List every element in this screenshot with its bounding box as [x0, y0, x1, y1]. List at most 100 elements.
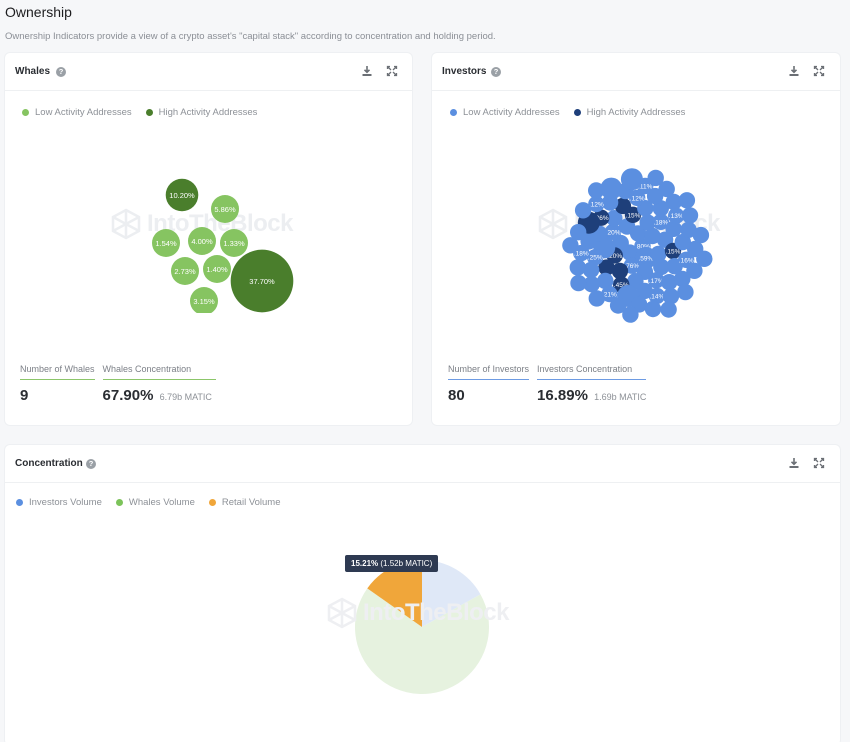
whales-bubble-chart: 10.20% 5.86% 1.54% 4.00% 1.33% 2.73% 1.40% 37.7…: [152, 178, 294, 313]
bubble-label: .12%: [589, 202, 604, 209]
bubble-label: 3.15%: [193, 297, 215, 306]
investor-bubble[interactable]: [569, 259, 586, 276]
bubble-circle[interactable]: [681, 207, 699, 224]
whale-bubble[interactable]: 3.15%: [190, 287, 218, 313]
whale-bubble[interactable]: 4.00%: [188, 227, 216, 255]
legend-label: High Activity Addresses: [586, 107, 686, 118]
bubble-circle[interactable]: [678, 192, 696, 209]
download-icon[interactable]: [787, 456, 801, 470]
help-circle-icon[interactable]: ?: [491, 67, 501, 77]
legend-dot: [573, 109, 581, 116]
help-circle-icon[interactable]: ?: [56, 67, 66, 77]
whale-bubble[interactable]: 10.20%: [165, 178, 199, 212]
stat-label: Investors Concentration: [537, 364, 647, 380]
investors-legend: Low Activity Addresses High Activity Add…: [450, 107, 685, 118]
download-icon[interactable]: [360, 64, 374, 78]
expand-icon[interactable]: [812, 456, 826, 470]
bubble-label: .20%: [606, 229, 621, 236]
whales-legend: Low Activity Addresses High Activity Add…: [22, 107, 257, 118]
bubble-circle[interactable]: [588, 290, 605, 307]
investors-stats: Number of Investors 80 Investors Concent…: [448, 364, 647, 404]
bubble-label: .12%: [630, 195, 645, 202]
concentration-title: Concentration: [15, 458, 83, 469]
legend-item-investors-volume[interactable]: Investors Volume: [16, 497, 102, 508]
stat-label: Number of Whales: [20, 364, 95, 380]
investor-bubble[interactable]: [620, 168, 643, 191]
expand-icon[interactable]: [385, 64, 399, 78]
investors-bubble-chart: .80%.59%.76%.20%.20%.15%.18%.15%.17%.45%…: [562, 168, 713, 323]
stat-value-sub: 6.79b MATIC: [159, 392, 212, 402]
tooltip-pct: 15.21%: [351, 559, 379, 568]
bubble-circle[interactable]: [677, 283, 694, 301]
bubble-circle[interactable]: [574, 202, 592, 219]
bubble-circle[interactable]: [692, 226, 710, 244]
whale-bubble[interactable]: 1.33%: [220, 229, 248, 257]
whale-bubble[interactable]: 1.54%: [152, 229, 180, 257]
legend-item-low-activity[interactable]: Low Activity Addresses: [22, 107, 132, 118]
stat-number-of-investors: Number of Investors 80: [448, 364, 530, 404]
download-icon[interactable]: [787, 64, 801, 78]
investors-card-header: Investors ?: [432, 53, 840, 91]
expand-icon[interactable]: [812, 64, 826, 78]
bubble-label: 4.00%: [191, 237, 213, 246]
bubble-circle[interactable]: [622, 306, 639, 323]
bubble-circle[interactable]: [660, 301, 677, 318]
bubble-circle[interactable]: [647, 169, 664, 187]
legend-label: Retail Volume: [221, 497, 281, 508]
legend-dot: [16, 499, 23, 506]
investor-bubble[interactable]: [570, 274, 587, 292]
legend-label: High Activity Addresses: [158, 107, 258, 118]
legend-dot: [22, 109, 29, 116]
whales-card-header: Whales ?: [5, 53, 412, 91]
investor-bubble[interactable]: [677, 283, 694, 301]
bubble-circle[interactable]: [570, 274, 587, 292]
investor-bubble[interactable]: [681, 207, 699, 224]
investor-bubble[interactable]: [588, 290, 605, 307]
stat-value: 67.90% 6.79b MATIC: [103, 387, 217, 404]
whale-bubble[interactable]: 37.70%: [230, 249, 294, 313]
investor-bubble[interactable]: [647, 169, 664, 187]
investor-bubble[interactable]: [622, 306, 639, 323]
investor-bubble[interactable]: [692, 226, 710, 244]
bubble-circle[interactable]: [620, 168, 643, 191]
bubble-label: .15%: [666, 248, 681, 255]
help-circle-icon[interactable]: ?: [86, 459, 96, 469]
legend-item-high-activity[interactable]: High Activity Addresses: [145, 107, 258, 118]
concentration-legend: Investors Volume Whales Volume Retail Vo…: [16, 497, 281, 508]
page-subtitle: Ownership Indicators provide a view of a…: [5, 31, 496, 42]
whale-bubble[interactable]: 5.86%: [211, 195, 239, 223]
stat-label: Number of Investors: [448, 364, 530, 380]
whale-bubble[interactable]: 2.73%: [171, 257, 199, 285]
stat-label: Whales Concentration: [102, 364, 217, 380]
bubble-label: 37.70%: [249, 277, 275, 286]
investor-bubble[interactable]: [644, 300, 662, 318]
stat-whales-concentration: Whales Concentration 67.90% 6.79b MATIC: [102, 364, 217, 404]
bubble-circle[interactable]: [696, 250, 713, 267]
investor-bubble[interactable]: [562, 237, 579, 254]
legend-item-low-activity[interactable]: Low Activity Addresses: [450, 107, 560, 118]
bubble-circle[interactable]: [644, 300, 662, 318]
investor-bubble[interactable]: [678, 192, 696, 209]
investor-bubble[interactable]: [660, 301, 677, 318]
legend-label: Low Activity Addresses: [463, 107, 560, 118]
legend-item-retail-volume[interactable]: Retail Volume: [208, 497, 281, 508]
bubble-label: .25%: [588, 255, 603, 262]
legend-dot: [115, 499, 123, 506]
investor-bubble[interactable]: [574, 202, 592, 219]
bubble-label: .18%: [574, 251, 589, 258]
bubble-circle[interactable]: [569, 259, 586, 276]
stat-value-pct: 16.89%: [537, 387, 588, 404]
bubble-label: 1.33%: [223, 239, 245, 248]
whale-bubble[interactable]: 1.40%: [203, 255, 231, 283]
stat-value: 80: [448, 387, 465, 404]
bubble-circle[interactable]: [588, 182, 605, 199]
investor-bubble[interactable]: [588, 182, 605, 199]
legend-item-whales-volume[interactable]: Whales Volume: [115, 497, 195, 508]
investor-bubble[interactable]: [696, 250, 713, 267]
whales-title: Whales: [15, 66, 51, 77]
legend-dot: [208, 499, 216, 506]
legend-item-high-activity[interactable]: High Activity Addresses: [573, 107, 686, 118]
bubble-circle[interactable]: [562, 237, 579, 254]
bubble-label: .14%: [649, 293, 664, 300]
whales-stats: Number of Whales 9 Whales Concentration …: [20, 364, 217, 404]
